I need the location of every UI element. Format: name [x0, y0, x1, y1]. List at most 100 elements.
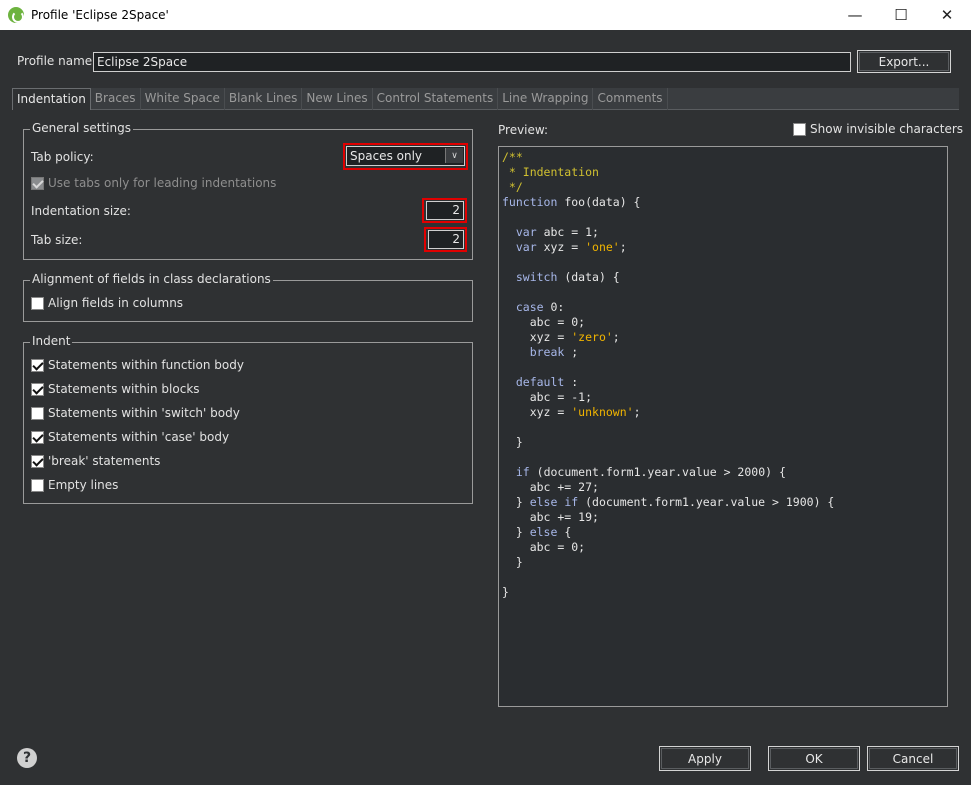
code-line: abc = 0;	[502, 540, 944, 555]
tab-line-wrapping[interactable]: Line Wrapping	[498, 88, 594, 110]
code-token: ;	[619, 240, 627, 254]
indent-option-checkbox[interactable]: Statements within 'case' body	[31, 430, 229, 444]
close-button[interactable]: ✕	[924, 0, 970, 30]
export-button-label: Export...	[878, 54, 930, 69]
code-token: foo(data) {	[564, 195, 641, 209]
code-token: switch	[515, 270, 565, 284]
use-tabs-leading-box[interactable]	[31, 176, 44, 190]
indent-option-box[interactable]	[31, 430, 44, 444]
indent-option-box[interactable]	[31, 358, 44, 372]
code-token: }	[502, 435, 523, 449]
code-token: }	[502, 495, 530, 509]
indent-option-label: Statements within 'case' body	[48, 430, 230, 444]
code-token: xyz =	[543, 240, 586, 254]
indent-option-checkbox[interactable]: Statements within function body	[31, 358, 244, 372]
code-token: }	[502, 555, 523, 569]
code-line: default :	[502, 375, 944, 390]
align-fields-checkbox[interactable]: Align fields in columns	[31, 296, 183, 310]
code-line: abc = -1;	[502, 390, 944, 405]
tab-blank-lines[interactable]: Blank Lines	[225, 88, 303, 110]
ok-button-label: OK	[805, 751, 823, 766]
code-token: 'unknown'	[571, 405, 634, 419]
indent-option-checkbox[interactable]: Statements within 'switch' body	[31, 406, 240, 420]
indent-option-box[interactable]	[31, 382, 44, 396]
export-button[interactable]: Export...	[857, 50, 951, 73]
tab-size-highlight	[424, 227, 467, 252]
ok-button[interactable]: OK	[768, 746, 860, 771]
code-token: xyz =	[502, 330, 572, 344]
code-token: */	[502, 180, 523, 194]
code-token: abc = 0;	[502, 315, 586, 329]
code-token: ;	[571, 345, 579, 359]
tab-control-statements[interactable]: Control Statements	[373, 88, 499, 110]
minimize-button[interactable]: —	[832, 0, 878, 30]
tab-indentation[interactable]: Indentation	[12, 88, 91, 110]
code-token: if	[515, 465, 537, 479]
code-token: abc = -1;	[502, 390, 593, 404]
apply-button[interactable]: Apply	[659, 746, 751, 771]
code-token: default	[515, 375, 572, 389]
cancel-button[interactable]: Cancel	[867, 746, 959, 771]
code-line: xyz = 'zero';	[502, 330, 944, 345]
tab-braces[interactable]: Braces	[91, 88, 141, 110]
preview-code: /** * Indentation */function foo(data) {…	[502, 150, 944, 600]
code-token: case	[515, 300, 551, 314]
tab-comments[interactable]: Comments	[593, 88, 668, 110]
indentation-size-highlight	[422, 198, 467, 223]
show-invisible-checkbox[interactable]: Show invisible characters	[793, 122, 963, 136]
indent-option-checkbox[interactable]: Statements within blocks	[31, 382, 200, 396]
tab-white-space[interactable]: White Space	[141, 88, 225, 110]
tab-new-lines[interactable]: New Lines	[302, 88, 373, 110]
code-line: /**	[502, 150, 944, 165]
indent-option-checkbox[interactable]: 'break' statements	[31, 454, 160, 468]
maximize-button[interactable]: ☐	[878, 0, 924, 30]
indent-option-box[interactable]	[31, 406, 44, 420]
code-line: abc = 0;	[502, 315, 944, 330]
code-token: abc = 0;	[502, 540, 586, 554]
help-icon[interactable]: ?	[17, 748, 37, 768]
indent-option-label: Statements within function body	[48, 358, 244, 372]
spring-app-icon	[8, 7, 24, 23]
indent-option-checkbox[interactable]: Empty lines	[31, 478, 118, 492]
code-line: }	[502, 585, 944, 600]
code-token: 'one'	[585, 240, 620, 254]
tab-bar: Indentation Braces White Space Blank Lines N…	[12, 88, 959, 110]
use-tabs-leading-label: Use tabs only for leading indentations	[48, 176, 277, 190]
code-line: } else if (document.form1.year.value > 1…	[502, 495, 944, 510]
indent-option-label: Empty lines	[48, 478, 119, 492]
show-invisible-label: Show invisible characters	[810, 122, 964, 136]
cancel-button-label: Cancel	[892, 751, 934, 766]
align-fields-box[interactable]	[31, 296, 44, 310]
preview-pane[interactable]: /** * Indentation */function foo(data) {…	[498, 146, 948, 707]
code-token: }	[502, 585, 509, 599]
code-token: /**	[502, 150, 523, 164]
code-token: var	[515, 240, 544, 254]
indent-option-box[interactable]	[31, 478, 44, 492]
tab-policy-label: Tab policy:	[31, 150, 94, 164]
show-invisible-box[interactable]	[793, 122, 806, 136]
use-tabs-leading-checkbox[interactable]: Use tabs only for leading indentations	[31, 176, 276, 190]
profile-name-input[interactable]: Eclipse 2Space	[93, 52, 851, 72]
indent-title: Indent	[30, 334, 73, 348]
profile-name-label: Profile name:	[17, 54, 97, 68]
code-token: {	[564, 525, 572, 539]
indent-option-box[interactable]	[31, 454, 44, 468]
code-token: * Indentation	[502, 165, 599, 179]
code-line: break ;	[502, 345, 944, 360]
code-line: switch (data) {	[502, 270, 944, 285]
indent-option-label: Statements within blocks	[48, 382, 200, 396]
code-token: (document.form1.year.value > 1900) {	[585, 495, 835, 509]
code-line: var xyz = 'one';	[502, 240, 944, 255]
code-line: */	[502, 180, 944, 195]
code-line: xyz = 'unknown';	[502, 405, 944, 420]
code-line: function foo(data) {	[502, 195, 944, 210]
